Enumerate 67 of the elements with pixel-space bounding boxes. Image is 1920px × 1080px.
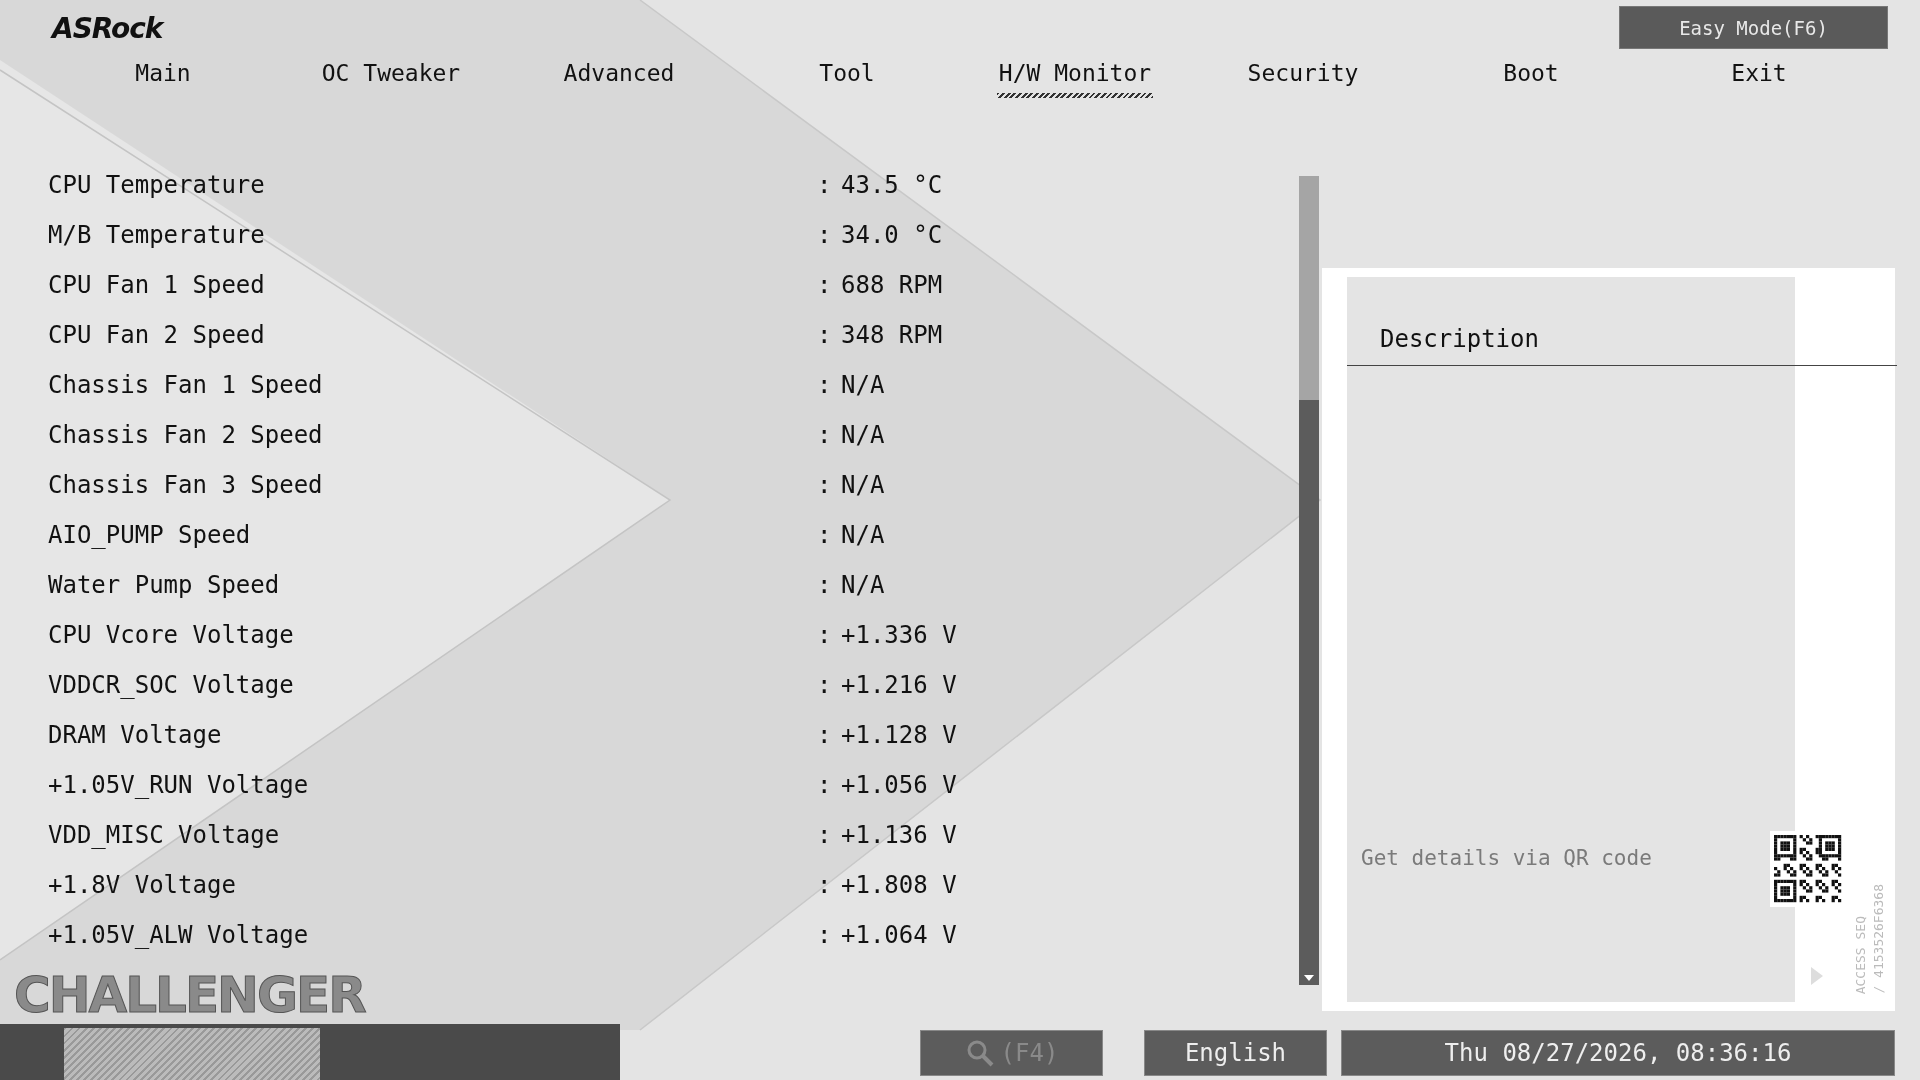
menu-tab[interactable]: Boot xyxy=(1501,56,1561,98)
separator-colon: : xyxy=(817,821,833,849)
separator-colon: : xyxy=(817,571,833,599)
menu-tab[interactable]: OC Tweaker xyxy=(319,56,463,98)
separator-colon: : xyxy=(817,621,833,649)
reading-label: +1.05V_ALW Voltage xyxy=(48,921,310,949)
reading-value: +1.808 V xyxy=(841,871,958,899)
reading-label: Chassis Fan 1 Speed xyxy=(48,371,324,399)
separator-colon: : xyxy=(817,921,833,949)
reading-value: +1.216 V xyxy=(841,671,958,699)
separator-colon: : xyxy=(817,371,833,399)
separator-colon: : xyxy=(817,471,833,499)
reading-label: VDD_MISC Voltage xyxy=(48,821,281,849)
reading-label: AIO_PUMP Speed xyxy=(48,521,252,549)
reading-label: CPU Fan 1 Speed xyxy=(48,271,266,299)
reading-value: 43.5 °C xyxy=(841,171,944,199)
brand-logo: ASRock xyxy=(52,12,163,45)
reading-label: +1.05V_RUN Voltage xyxy=(48,771,310,799)
separator-colon: : xyxy=(817,721,833,749)
separator-colon: : xyxy=(817,671,833,699)
scrollbar[interactable] xyxy=(1299,176,1319,985)
reading-value: 34.0 °C xyxy=(841,221,944,249)
datetime-display[interactable]: Thu 08/27/2026, 08:36:16 xyxy=(1341,1030,1895,1076)
access-code-text: / 4153526F6368 xyxy=(1871,884,1886,994)
description-title: Description xyxy=(1347,277,1897,366)
separator-colon: : xyxy=(817,171,833,199)
separator-colon: : xyxy=(817,421,833,449)
reading-value: +1.064 V xyxy=(841,921,958,949)
reading-value: +1.056 V xyxy=(841,771,958,799)
separator-colon: : xyxy=(817,221,833,249)
series-logo: CHALLENGER xyxy=(14,966,365,1024)
reading-value: N/A xyxy=(841,521,886,549)
reading-label: Chassis Fan 2 Speed xyxy=(48,421,324,449)
reading-label: Water Pump Speed xyxy=(48,571,281,599)
play-icon xyxy=(1810,966,1824,986)
separator-colon: : xyxy=(817,771,833,799)
reading-label: CPU Temperature xyxy=(48,171,266,199)
language-button[interactable]: English xyxy=(1144,1030,1327,1076)
reading-label: M/B Temperature xyxy=(48,221,266,249)
separator-colon: : xyxy=(817,321,833,349)
access-seq-label: ACCESS SEQ xyxy=(1853,915,1868,994)
reading-label: +1.8V Voltage xyxy=(48,871,237,899)
reading-value: N/A xyxy=(841,471,886,499)
scroll-thumb[interactable] xyxy=(1299,176,1319,400)
reading-value: N/A xyxy=(841,571,886,599)
separator-colon: : xyxy=(817,271,833,299)
qr-hint-text: Get details via QR code xyxy=(1361,846,1652,870)
easy-mode-button[interactable]: Easy Mode(F6) xyxy=(1619,6,1888,49)
separator-colon: : xyxy=(817,871,833,899)
reading-label: CPU Fan 2 Speed xyxy=(48,321,266,349)
reading-label: CPU Vcore Voltage xyxy=(48,621,295,649)
reading-label: DRAM Voltage xyxy=(48,721,223,749)
menu-tab[interactable]: Exit xyxy=(1729,56,1789,98)
reading-label: VDDCR_SOC Voltage xyxy=(48,671,295,699)
reading-value: +1.136 V xyxy=(841,821,958,849)
reading-label: Chassis Fan 3 Speed xyxy=(48,471,324,499)
reading-value: 348 RPM xyxy=(841,321,944,349)
reading-value: +1.128 V xyxy=(841,721,958,749)
reading-value: N/A xyxy=(841,371,886,399)
menu-tab[interactable]: Tool xyxy=(817,56,877,98)
reading-value: +1.336 V xyxy=(841,621,958,649)
menu-tab[interactable]: Main xyxy=(133,56,193,98)
menu-tab[interactable]: Advanced xyxy=(561,56,677,98)
separator-colon: : xyxy=(817,521,833,549)
reading-value: N/A xyxy=(841,421,886,449)
menu-tab[interactable]: Security xyxy=(1245,56,1361,98)
reading-value: 688 RPM xyxy=(841,271,944,299)
